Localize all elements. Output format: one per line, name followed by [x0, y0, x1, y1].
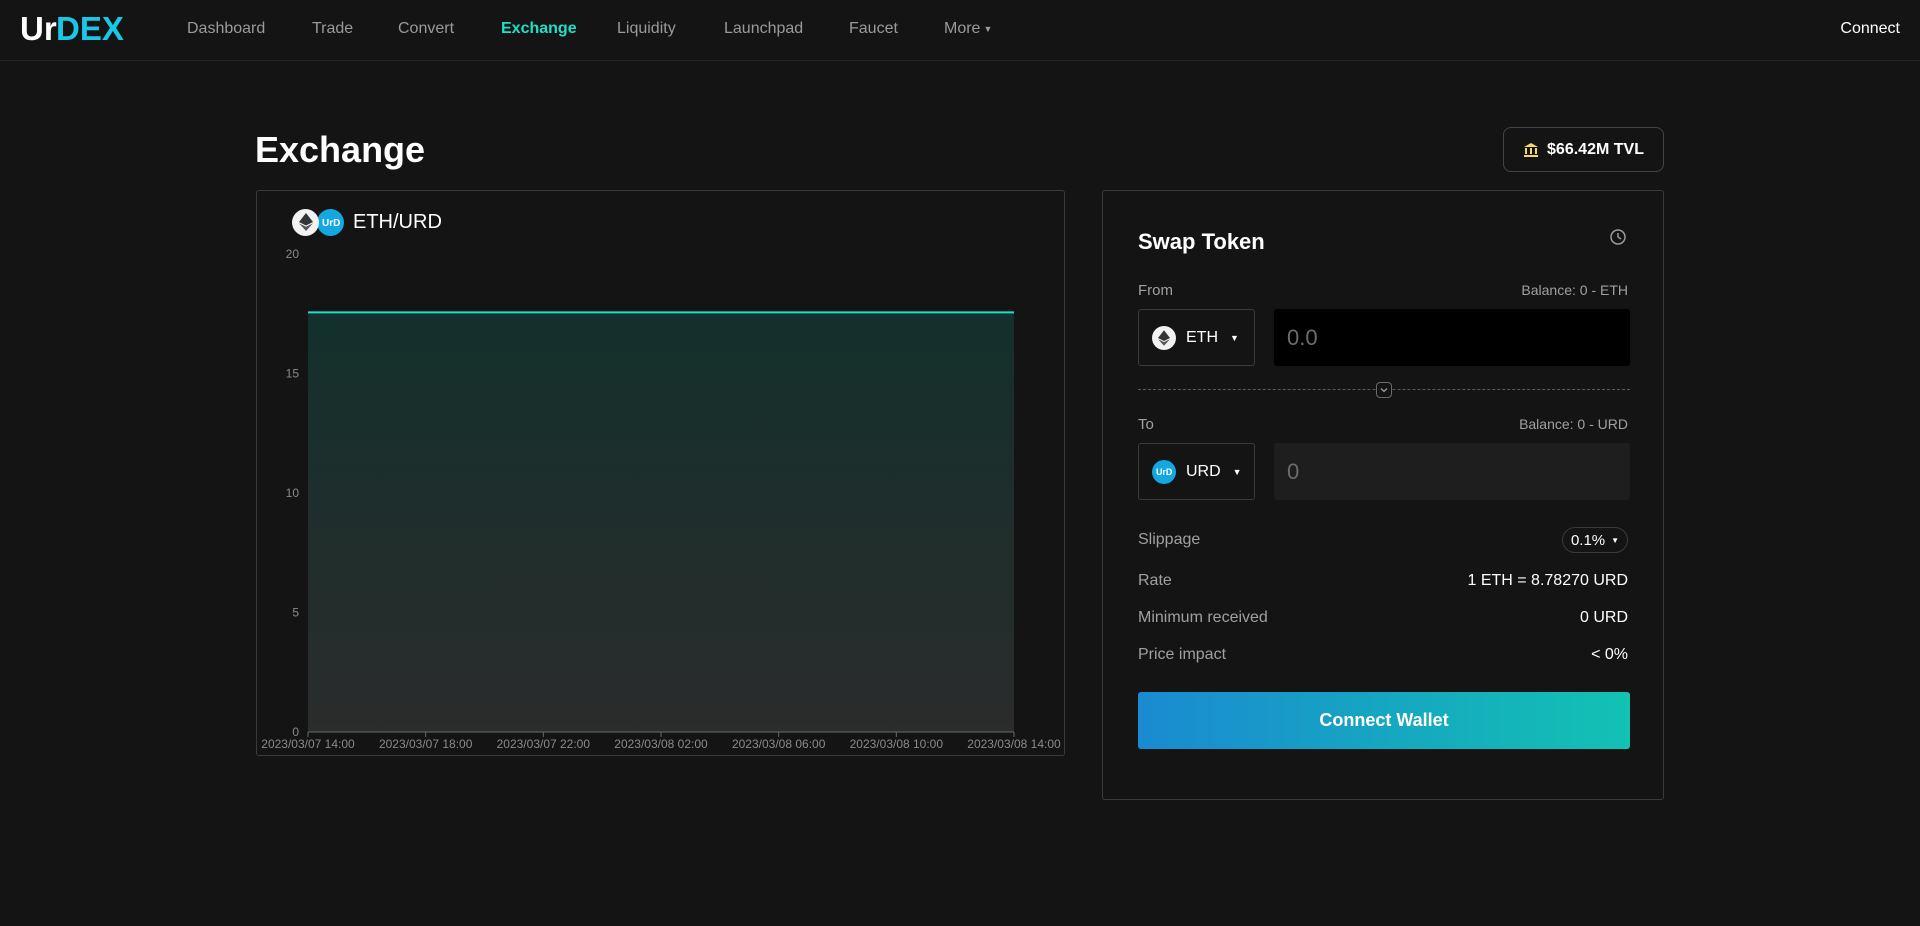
nav-trade[interactable]: Trade	[312, 0, 353, 58]
price-chart-panel: UrD ETH/URD 0 5 10 15 20 2023/03/07 14:00 202…	[256, 190, 1065, 756]
caret-down-icon: ▼	[1230, 332, 1239, 343]
chevron-down-icon	[1380, 388, 1388, 393]
x-tick-label: 2023/03/07 18:00	[379, 737, 473, 751]
connect-button[interactable]: Connect	[1840, 0, 1900, 58]
swap-title: Swap Token	[1138, 229, 1265, 254]
page-title: Exchange	[255, 129, 426, 170]
caret-down-icon: ▼	[1611, 535, 1620, 545]
to-token-name: URD	[1186, 462, 1221, 480]
svg-text:Ur: Ur	[20, 11, 57, 47]
price-impact-label: Price impact	[1138, 646, 1227, 663]
x-tick-label: 2023/03/08 10:00	[850, 737, 944, 751]
urd-icon: UrD	[1152, 459, 1176, 484]
min-received-value: 0 URD	[1579, 609, 1628, 626]
top-navigation: Ur DEX Dashboard Trade Convert Exchange …	[0, 0, 1920, 61]
nav-dashboard[interactable]: Dashboard	[187, 0, 265, 58]
min-received-label: Minimum received	[1138, 609, 1268, 626]
price-area-fill	[308, 312, 1014, 732]
history-icon[interactable]	[1609, 228, 1627, 246]
nav-launchpad[interactable]: Launchpad	[724, 0, 803, 58]
urdex-logo[interactable]: Ur DEX	[20, 11, 132, 47]
price-area-chart[interactable]: 05101520 2023/03/07 14:00 2023/03/07 18:0…	[257, 191, 1066, 757]
nav-faucet[interactable]: Faucet	[849, 0, 898, 58]
from-balance: Balance: 0 - ETH	[1521, 282, 1628, 298]
x-tick-label: 2023/03/08 02:00	[614, 737, 708, 751]
switch-direction-button[interactable]	[1376, 382, 1392, 398]
x-tick-label: 2023/03/08 14:00	[967, 737, 1061, 751]
price-impact-value: < 0%	[1591, 646, 1628, 663]
from-token-select[interactable]: ETH ▼	[1138, 309, 1255, 366]
nav-liquidity[interactable]: Liquidity	[617, 0, 676, 58]
to-balance: Balance: 0 - URD	[1519, 416, 1628, 432]
tvl-value: $66.42M TVL	[1547, 140, 1644, 158]
nav-more[interactable]: More ▼	[944, 0, 992, 58]
x-tick-label: 2023/03/08 06:00	[732, 737, 826, 751]
tvl-badge[interactable]: $66.42M TVL	[1503, 127, 1664, 172]
y-tick-label: 5	[292, 606, 299, 620]
y-tick-label: 20	[286, 247, 300, 261]
to-token-select[interactable]: UrD URD ▼	[1138, 443, 1255, 500]
from-amount-input[interactable]	[1274, 309, 1630, 366]
eth-icon	[292, 208, 319, 236]
slippage-select[interactable]: 0.1% ▼	[1562, 527, 1628, 553]
x-tick-label: 2023/03/07 14:00	[261, 737, 355, 751]
connect-wallet-button[interactable]: Connect Wallet	[1138, 692, 1630, 749]
nav-convert[interactable]: Convert	[398, 0, 454, 58]
from-label: From	[1138, 282, 1173, 299]
y-tick-label: 10	[286, 486, 300, 500]
swap-panel: Swap Token From Balance: 0 - ETH ETH ▼ T…	[1102, 190, 1664, 800]
svg-text:UrD: UrD	[1156, 467, 1172, 477]
x-tick-label: 2023/03/07 22:00	[497, 737, 591, 751]
to-amount-input[interactable]	[1274, 443, 1630, 500]
slippage-label: Slippage	[1138, 531, 1201, 548]
from-token-name: ETH	[1186, 328, 1218, 346]
nav-exchange[interactable]: Exchange	[501, 0, 577, 58]
bank-icon	[1524, 142, 1539, 157]
rate-label: Rate	[1138, 572, 1172, 589]
nav-more-label: More	[944, 20, 981, 38]
rate-value: 1 ETH = 8.78270 URD	[1467, 572, 1628, 589]
to-label: To	[1138, 416, 1154, 433]
eth-icon	[1152, 325, 1176, 350]
caret-down-icon: ▼	[1232, 466, 1242, 477]
caret-down-icon: ▼	[983, 24, 993, 34]
svg-text:DEX: DEX	[56, 11, 124, 47]
y-tick-label: 15	[286, 367, 300, 381]
slippage-value: 0.1%	[1570, 531, 1606, 549]
